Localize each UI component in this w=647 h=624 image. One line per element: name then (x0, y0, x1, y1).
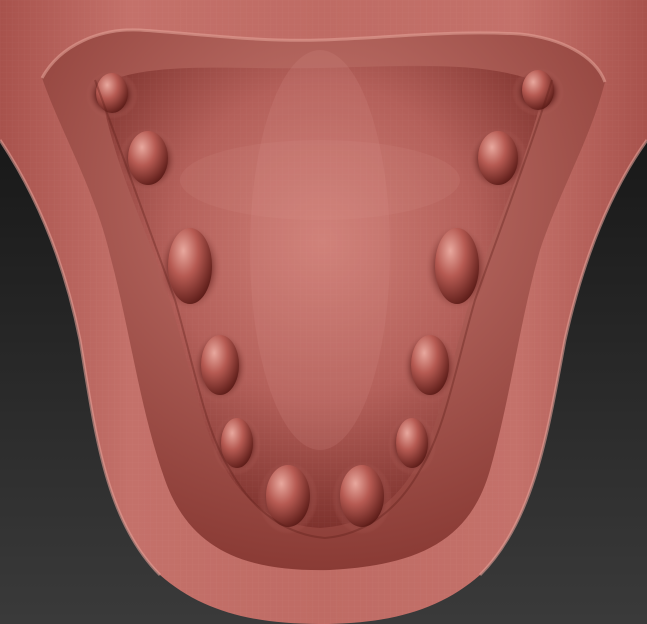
palate-render (0, 0, 647, 624)
bump-l4 (201, 335, 239, 395)
bump-l1 (96, 73, 128, 113)
bump-l6 (266, 465, 310, 527)
bump-r5 (396, 418, 428, 468)
bump-r4 (411, 335, 449, 395)
bump-r2 (478, 131, 518, 185)
bump-r3 (435, 228, 479, 304)
sculpt-viewport[interactable] (0, 0, 647, 624)
palate-midline-light (250, 50, 390, 450)
bump-l5 (221, 418, 253, 468)
palate-ridge-light (180, 140, 460, 220)
bump-l2 (128, 131, 168, 185)
bump-l3 (168, 228, 212, 304)
bump-r6 (340, 465, 384, 527)
